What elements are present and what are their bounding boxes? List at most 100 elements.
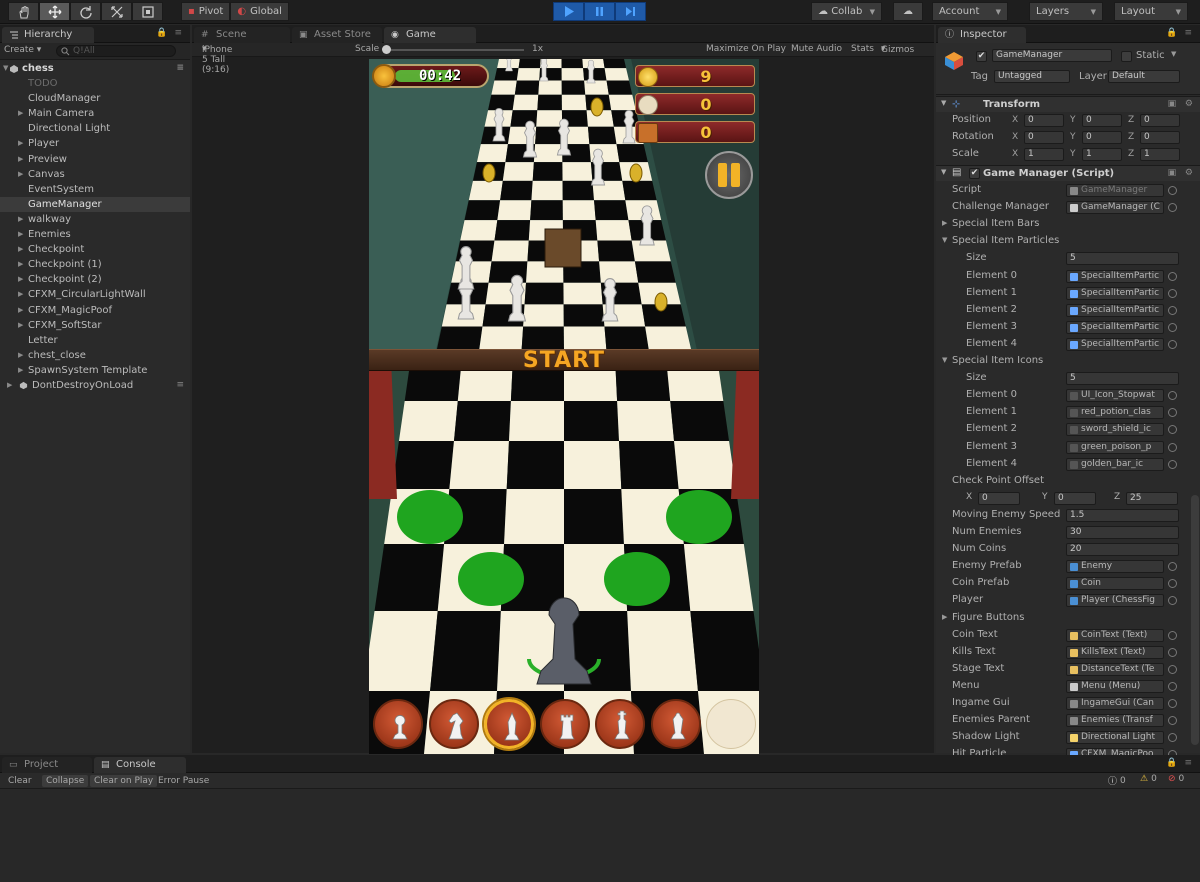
object-picker-icon[interactable] xyxy=(1168,699,1177,708)
reference-row-object-field[interactable]: Menu (Menu) xyxy=(1066,679,1164,693)
icons-size-row-field[interactable]: 5 xyxy=(1066,372,1179,386)
expand-triangle-icon[interactable]: ▶ xyxy=(942,219,947,227)
inspector-scrollbar[interactable] xyxy=(1191,495,1199,745)
warning-count-toggle[interactable]: ⚠ 0 xyxy=(1140,774,1157,784)
clear-on-play-toggle[interactable]: Clear on Play xyxy=(90,775,158,787)
hierarchy-item[interactable]: Directional Light xyxy=(0,121,190,136)
object-picker-icon[interactable] xyxy=(1168,408,1177,418)
expand-triangle-icon[interactable]: ▶ xyxy=(18,212,23,227)
object-picker-icon[interactable] xyxy=(1168,562,1177,572)
expand-triangle-icon[interactable]: ▶ xyxy=(18,303,23,318)
position-z-field[interactable]: 0 xyxy=(1140,114,1180,127)
hierarchy-item[interactable]: ▶ Enemies xyxy=(0,227,190,242)
checkpoint-offset-vector-row-z-field[interactable]: 25 xyxy=(1126,491,1178,505)
expand-triangle-icon[interactable]: ▶ xyxy=(18,136,23,151)
reference-row-object-field[interactable]: DistanceText (Te xyxy=(1066,662,1164,676)
scene-row[interactable]: ▼ chess ≡ xyxy=(0,61,190,76)
hand-tool-button[interactable] xyxy=(8,2,39,21)
object-picker-icon[interactable] xyxy=(1168,459,1177,469)
tab-asset-store[interactable]: ▣ Asset Store xyxy=(292,27,382,43)
expand-triangle-icon[interactable]: ▶ xyxy=(18,227,23,242)
rotation-y-field[interactable]: 0 xyxy=(1082,131,1122,144)
position-x-field[interactable]: 0 xyxy=(1024,114,1064,127)
expand-triangle-icon[interactable]: ▶ xyxy=(18,106,23,121)
reference-row-object-field[interactable]: Enemies (Transf xyxy=(1066,714,1164,728)
player-row-object-field[interactable]: Player (ChessFig xyxy=(1066,594,1164,608)
scene-menu-icon[interactable]: ≡ xyxy=(176,61,184,76)
expand-triangle-icon[interactable]: ▶ xyxy=(18,152,23,167)
dontdestroyonload-row[interactable]: ▶ DontDestroyOnLoad ≡ xyxy=(0,378,190,393)
rook-piece-button[interactable] xyxy=(539,699,590,749)
object-picker-icon[interactable] xyxy=(1168,322,1177,332)
component-menu-icon[interactable]: ▣ ⚙ xyxy=(1168,99,1196,109)
object-picker-icon[interactable] xyxy=(1168,271,1177,281)
position-y-field[interactable]: 0 xyxy=(1082,114,1122,127)
particle-element-row-object-field[interactable]: SpecialItemPartic xyxy=(1066,269,1164,283)
expand-triangle-icon[interactable]: ▼ xyxy=(942,356,947,364)
expand-triangle-icon[interactable]: ▶ xyxy=(18,167,23,182)
knight-piece-button[interactable] xyxy=(428,699,479,749)
reference-row-object-field[interactable]: IngameGui (Can xyxy=(1066,697,1164,710)
game-screen[interactable]: 00:42 9 0 0 START xyxy=(369,59,759,754)
hierarchy-item[interactable]: ▶ chest_close xyxy=(0,348,190,363)
hierarchy-item[interactable]: ▶ CFXM_CircularLightWall xyxy=(0,287,190,302)
hierarchy-item[interactable]: ▶ Checkpoint xyxy=(0,242,190,257)
object-picker-icon[interactable] xyxy=(1168,288,1177,298)
object-picker-icon[interactable] xyxy=(1168,391,1177,401)
stats-toggle[interactable]: Stats xyxy=(851,44,874,54)
account-dropdown[interactable]: Account ▼ xyxy=(932,2,1008,21)
layer-dropdown[interactable]: Default xyxy=(1108,70,1180,83)
scale-tool-button[interactable] xyxy=(101,2,132,21)
expand-triangle-icon[interactable]: ▶ xyxy=(942,613,947,621)
moving-enemy-speed-row-field[interactable]: 1.5 xyxy=(1066,508,1179,522)
scale-y-field[interactable]: 1 xyxy=(1082,148,1122,161)
tab-scene[interactable]: # Scene xyxy=(194,27,290,43)
tag-dropdown[interactable]: Untagged xyxy=(994,70,1070,83)
component-menu-icon[interactable]: ▣ ⚙ xyxy=(1168,168,1196,178)
object-picker-icon[interactable] xyxy=(1168,630,1177,640)
global-button[interactable]: ◐ Global xyxy=(230,2,289,21)
reference-row-object-field[interactable]: KillsText (Text) xyxy=(1066,645,1164,659)
hierarchy-item[interactable]: ▶ walkway xyxy=(0,212,190,227)
king-piece-button[interactable] xyxy=(595,699,645,749)
checkpoint-offset-vector-row-y-field[interactable]: 0 xyxy=(1054,491,1096,505)
expand-triangle-icon[interactable]: ▶ xyxy=(18,318,23,333)
hierarchy-item[interactable]: ▶ Checkpoint (1) xyxy=(0,257,190,272)
pivot-button[interactable]: ▪ Pivot xyxy=(181,2,231,21)
expand-triangle-icon[interactable]: ▶ xyxy=(18,287,23,302)
hierarchy-search-input[interactable]: Q!All xyxy=(56,45,176,57)
object-picker-icon[interactable] xyxy=(1168,716,1177,726)
empty-piece-slot-button[interactable] xyxy=(706,699,756,749)
layout-dropdown[interactable]: Layout ▼ xyxy=(1114,2,1188,21)
coin-prefab-row-object-field[interactable]: Coin xyxy=(1066,577,1164,591)
particle-element-row-object-field[interactable]: SpecialItemPartic xyxy=(1066,303,1164,317)
rotation-z-field[interactable]: 0 xyxy=(1140,131,1180,144)
collab-dropdown[interactable]: ☁ Collab ▼ xyxy=(811,2,882,21)
icon-element-row-object-field[interactable]: UI_Icon_Stopwat xyxy=(1066,389,1164,403)
error-count-toggle[interactable]: ⊘ 0 xyxy=(1168,774,1184,784)
static-checkbox[interactable] xyxy=(1121,51,1132,62)
object-picker-icon[interactable] xyxy=(1168,305,1177,315)
hierarchy-item[interactable]: ▶ Checkpoint (2) xyxy=(0,272,190,287)
pause-game-button[interactable] xyxy=(705,151,753,199)
object-picker-icon[interactable] xyxy=(1168,339,1177,349)
expand-triangle-icon[interactable]: ▶ xyxy=(18,348,23,363)
collapse-toggle[interactable]: Collapse xyxy=(42,775,89,787)
queen-piece-button[interactable] xyxy=(650,699,701,749)
object-picker-icon[interactable] xyxy=(1168,203,1177,213)
object-picker-icon[interactable] xyxy=(1168,681,1177,691)
hierarchy-item[interactable]: ▶ SpawnSystem Template xyxy=(0,363,190,378)
error-pause-toggle[interactable]: Error Pause xyxy=(154,775,213,787)
scale-z-field[interactable]: 1 xyxy=(1140,148,1180,161)
expand-triangle-icon[interactable]: ▶ xyxy=(18,242,23,257)
static-chevron-icon[interactable]: ▼ xyxy=(1171,50,1176,58)
scene-menu-icon[interactable]: ≡ xyxy=(176,378,184,393)
object-picker-icon[interactable] xyxy=(1168,647,1177,657)
scale-slider[interactable] xyxy=(382,45,524,54)
checkpoint-offset-vector-row-x-field[interactable]: 0 xyxy=(978,491,1020,505)
scale-x-field[interactable]: 1 xyxy=(1024,148,1064,161)
hierarchy-item[interactable]: ▶ Preview xyxy=(0,152,190,167)
gizmos-dropdown[interactable]: Gizmos ▾ xyxy=(881,44,914,55)
hierarchy-item[interactable]: TODO xyxy=(0,76,190,91)
expand-triangle-icon[interactable]: ▶ xyxy=(18,363,23,378)
